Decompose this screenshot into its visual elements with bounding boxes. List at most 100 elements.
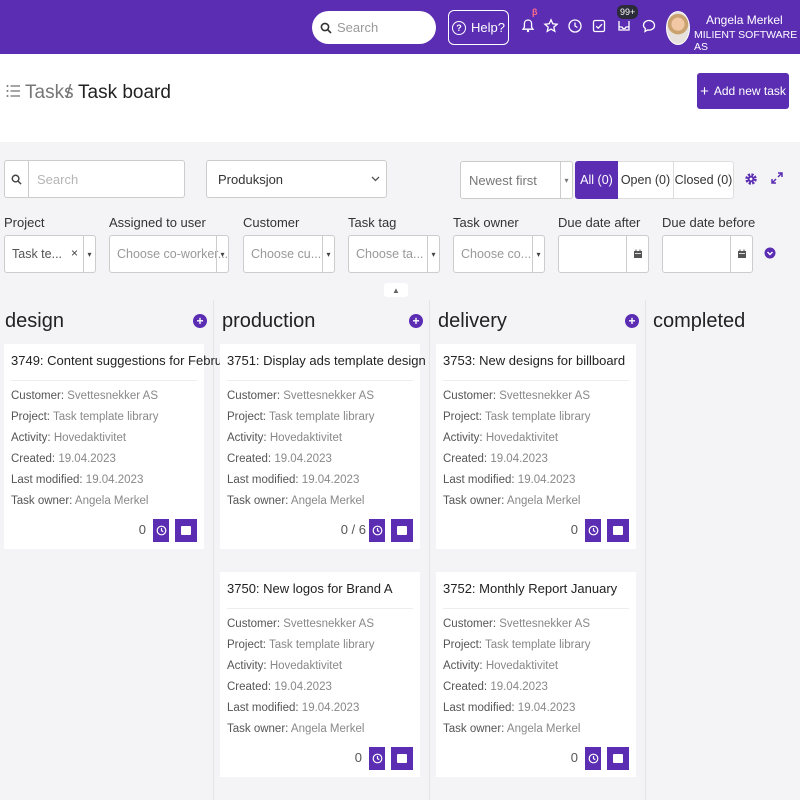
task-search-input[interactable] bbox=[29, 161, 179, 197]
task-card-title[interactable]: 3753: New designs for billboard bbox=[443, 353, 625, 368]
filter-label-task-owner: Task owner bbox=[453, 215, 519, 230]
task-meta-project: Project: Task template library bbox=[227, 411, 374, 423]
task-meta-activity: Activity: Hovedaktivitet bbox=[227, 432, 342, 444]
meta-label: Last modified: bbox=[227, 474, 302, 486]
task-card-title[interactable]: 3751: Display ads template design bbox=[227, 353, 426, 368]
status-filter-open[interactable]: Open (0) bbox=[618, 161, 673, 199]
filter-task-tag-value: Choose ta... bbox=[356, 247, 424, 261]
task-card[interactable]: 3750: New logos for Brand A Customer: Sve… bbox=[220, 572, 420, 777]
add-card-production-button[interactable]: + bbox=[409, 314, 423, 328]
global-search[interactable] bbox=[312, 11, 436, 44]
task-meta-activity: Activity: Hovedaktivitet bbox=[443, 432, 558, 444]
meta-label: Project: bbox=[443, 411, 485, 423]
expand-icon[interactable] bbox=[771, 172, 783, 184]
meta-value: Task template library bbox=[484, 411, 591, 423]
meta-label: Customer: bbox=[443, 390, 500, 402]
filter-label-due-before: Due date before bbox=[662, 215, 756, 230]
meta-label: Activity: bbox=[227, 660, 270, 672]
task-card-title[interactable]: 3752: Monthly Report January bbox=[443, 581, 617, 596]
calendar-icon[interactable] bbox=[626, 236, 648, 272]
user-name[interactable]: Angela Merkel bbox=[706, 13, 783, 27]
meta-value: Angela Merkel bbox=[290, 723, 365, 735]
meta-value: Task template library bbox=[484, 639, 591, 651]
task-card-title[interactable]: 3749: Content suggestions for February bbox=[11, 353, 240, 368]
checkbox-icon[interactable] bbox=[591, 18, 607, 34]
meta-value: Svettesnekker AS bbox=[499, 618, 591, 630]
filter-task-owner[interactable]: Choose co... ▾ bbox=[453, 235, 545, 273]
chevron-down-icon bbox=[371, 176, 380, 182]
menu-list-icon[interactable] bbox=[6, 83, 20, 99]
help-button[interactable]: ? Help? bbox=[448, 10, 509, 45]
clock-icon bbox=[588, 525, 598, 536]
chat-icon[interactable] bbox=[641, 18, 657, 34]
filter-assigned-user[interactable]: Choose co-worker... ▾ bbox=[109, 235, 229, 273]
toggle-card-button[interactable] bbox=[607, 747, 629, 770]
toggle-card-button[interactable] bbox=[175, 519, 197, 542]
meta-value: Angela Merkel bbox=[506, 723, 581, 735]
timer-button[interactable] bbox=[585, 519, 601, 542]
collapse-filters-toggle[interactable]: ▲ bbox=[384, 283, 408, 297]
add-card-delivery-button[interactable]: + bbox=[625, 314, 639, 328]
global-search-input[interactable] bbox=[337, 20, 427, 35]
filter-project[interactable]: Task te... × ▾ bbox=[4, 235, 96, 273]
clock-icon bbox=[372, 525, 382, 536]
bell-icon[interactable] bbox=[520, 18, 536, 34]
task-meta-owner: Task owner: Angela Merkel bbox=[443, 495, 580, 507]
filter-task-tag[interactable]: Choose ta... ▾ bbox=[348, 235, 440, 273]
meta-value: Hovedaktivitet bbox=[485, 432, 559, 444]
panel-icon bbox=[613, 754, 623, 763]
status-filter-closed[interactable]: Closed (0) bbox=[673, 161, 734, 199]
task-meta-activity: Activity: Hovedaktivitet bbox=[443, 660, 558, 672]
card-divider bbox=[227, 608, 413, 609]
tray-icon[interactable] bbox=[616, 18, 632, 34]
toggle-card-button[interactable] bbox=[391, 747, 413, 770]
caret-down-icon: ▾ bbox=[216, 236, 228, 272]
timer-button[interactable] bbox=[369, 747, 385, 770]
meta-label: Customer: bbox=[227, 618, 284, 630]
star-icon[interactable] bbox=[543, 18, 559, 34]
avatar[interactable] bbox=[666, 11, 690, 45]
add-new-task-button[interactable]: + Add new task bbox=[697, 73, 789, 109]
meta-value: Task template library bbox=[268, 639, 375, 651]
task-card-title[interactable]: 3750: New logos for Brand A bbox=[227, 581, 393, 596]
timer-button[interactable] bbox=[153, 519, 169, 542]
add-card-design-button[interactable]: + bbox=[193, 314, 207, 328]
column-title-design: design bbox=[5, 310, 64, 332]
task-card[interactable]: 3752: Monthly Report January Customer: Sv… bbox=[436, 572, 636, 777]
filter-due-date-after[interactable] bbox=[558, 235, 649, 273]
meta-value: Task template library bbox=[52, 411, 159, 423]
filter-due-date-before[interactable] bbox=[662, 235, 753, 273]
caret-down-icon: ▾ bbox=[427, 236, 439, 272]
add-new-task-label: Add new task bbox=[713, 84, 786, 98]
clear-icon[interactable]: × bbox=[71, 246, 78, 260]
meta-label: Created: bbox=[227, 453, 275, 465]
counter-badge: 99+ bbox=[617, 5, 639, 19]
caret-down-icon: ▾ bbox=[83, 236, 95, 272]
filter-customer[interactable]: Choose cu... ▾ bbox=[243, 235, 335, 273]
filter-label-due-after: Due date after bbox=[558, 215, 641, 230]
project-select[interactable]: Produksjon bbox=[206, 160, 387, 198]
meta-label: Created: bbox=[11, 453, 59, 465]
column-title-completed: completed bbox=[653, 310, 746, 332]
filter-project-value: Task te... bbox=[12, 247, 63, 261]
chevron-down-circle-icon[interactable] bbox=[764, 247, 776, 259]
toggle-card-button[interactable] bbox=[607, 519, 629, 542]
calendar-icon[interactable] bbox=[730, 236, 752, 272]
sort-select[interactable]: Newest first ▾ bbox=[460, 161, 573, 199]
gear-icon[interactable] bbox=[744, 172, 758, 186]
meta-label: Last modified: bbox=[227, 702, 302, 714]
task-card[interactable]: 3749: Content suggestions for February Cu… bbox=[4, 344, 240, 549]
meta-label: Last modified: bbox=[443, 474, 518, 486]
card-divider bbox=[443, 608, 629, 609]
toggle-card-button[interactable] bbox=[391, 519, 413, 542]
timer-button[interactable] bbox=[585, 747, 601, 770]
clock-icon[interactable] bbox=[567, 18, 583, 34]
task-search[interactable] bbox=[4, 160, 185, 198]
task-meta-owner: Task owner: Angela Merkel bbox=[11, 495, 148, 507]
search-icon bbox=[320, 22, 332, 34]
timer-button[interactable] bbox=[369, 519, 385, 542]
status-filter-all[interactable]: All (0) bbox=[575, 161, 618, 199]
time-count: 0 / 6 bbox=[340, 522, 366, 537]
task-card[interactable]: 3753: New designs for billboard Customer:… bbox=[436, 344, 636, 549]
task-card[interactable]: 3751: Display ads template design Custome… bbox=[220, 344, 426, 549]
